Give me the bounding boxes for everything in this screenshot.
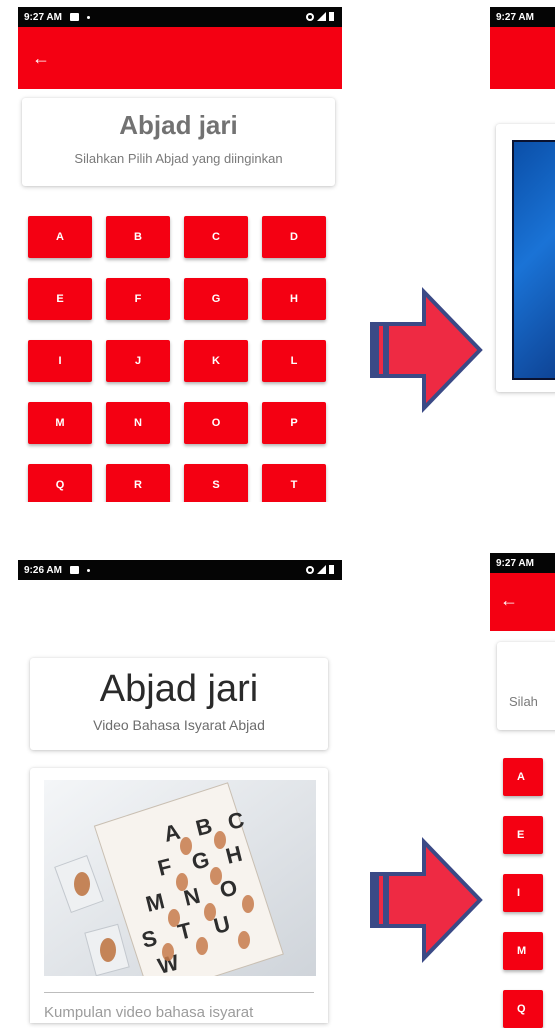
app-bar: ← (490, 573, 555, 631)
back-arrow-icon[interactable]: ← (32, 49, 50, 67)
letter-button-n[interactable]: N (106, 402, 170, 444)
notification-dot-icon (86, 15, 90, 19)
flow-arrow-icon (370, 287, 483, 413)
app-bar (490, 27, 555, 89)
header-card: Abjad jari Silahkan Pilih Abjad yang dii… (22, 98, 335, 186)
video-card (496, 124, 555, 392)
status-time: 9:26 AM (24, 564, 62, 576)
app-bar: ← (18, 27, 342, 89)
flow-arrow-icon (370, 837, 483, 963)
letter-button-e[interactable]: E (503, 816, 543, 854)
photo-notification-icon (69, 13, 79, 21)
status-time: 9:27 AM (24, 11, 62, 23)
letter-button-m[interactable]: M (503, 932, 543, 970)
letter-button-b[interactable]: B (106, 216, 170, 258)
letter-button-c[interactable]: C (184, 216, 248, 258)
status-bar: 9:27 AM (490, 553, 555, 573)
thumbnail-image: A B C F G H M N O S T U W (44, 780, 316, 976)
notification-dot-icon (86, 568, 90, 572)
back-arrow-icon[interactable]: ← (500, 591, 518, 609)
page-subtitle: Silah (509, 694, 538, 709)
letter-button-a[interactable]: A (503, 758, 543, 796)
page-subtitle: Silahkan Pilih Abjad yang diinginkan (74, 151, 283, 166)
letter-button-d[interactable]: D (262, 216, 326, 258)
status-icons (306, 565, 334, 574)
video-list-card[interactable]: A B C F G H M N O S T U W Kumpulan video… (30, 768, 328, 1023)
status-bar: 9:26 AM (18, 560, 342, 580)
battery-icon (329, 12, 334, 21)
video-player[interactable] (512, 140, 555, 380)
letter-button-r[interactable]: R (106, 464, 170, 506)
letter-button-i[interactable]: I (28, 340, 92, 382)
status-bar: 9:27 AM (490, 7, 555, 27)
letter-button-g[interactable]: G (184, 278, 248, 320)
header-card: Abjad jari Video Bahasa Isyarat Abjad (30, 658, 328, 750)
letter-button-e[interactable]: E (28, 278, 92, 320)
crop-mask (0, 502, 360, 542)
header-card: Silah (497, 642, 555, 730)
letter-button-o[interactable]: O (184, 402, 248, 444)
letter-button-p[interactable]: P (262, 402, 326, 444)
status-time: 9:27 AM (496, 11, 534, 23)
signal-icon (317, 12, 326, 21)
status-icons (306, 12, 334, 21)
letter-button-t[interactable]: T (262, 464, 326, 506)
letter-button-m[interactable]: M (28, 402, 92, 444)
photo-notification-icon (69, 566, 79, 574)
letter-grid: AEIMQ (503, 758, 543, 1028)
card-divider (44, 992, 314, 993)
letter-button-q[interactable]: Q (503, 990, 543, 1028)
status-time: 9:27 AM (496, 557, 534, 569)
battery-icon (329, 565, 334, 574)
letter-button-q[interactable]: Q (28, 464, 92, 506)
letter-button-l[interactable]: L (262, 340, 326, 382)
letter-button-f[interactable]: F (106, 278, 170, 320)
signal-icon (317, 565, 326, 574)
page-subtitle: Video Bahasa Isyarat Abjad (93, 717, 265, 733)
status-bar: 9:27 AM (18, 7, 342, 27)
letter-button-i[interactable]: I (503, 874, 543, 912)
letter-button-k[interactable]: K (184, 340, 248, 382)
letter-button-h[interactable]: H (262, 278, 326, 320)
page-title: Abjad jari (99, 668, 259, 710)
card-caption: Kumpulan video bahasa isyarat (44, 1004, 254, 1021)
letter-grid: ABCD EFGH IJKL MNOP QRST (28, 216, 326, 506)
letter-button-a[interactable]: A (28, 216, 92, 258)
letter-button-j[interactable]: J (106, 340, 170, 382)
key-icon (306, 12, 314, 21)
letter-button-s[interactable]: S (184, 464, 248, 506)
key-icon (306, 565, 314, 574)
page-title: Abjad jari (119, 110, 238, 140)
